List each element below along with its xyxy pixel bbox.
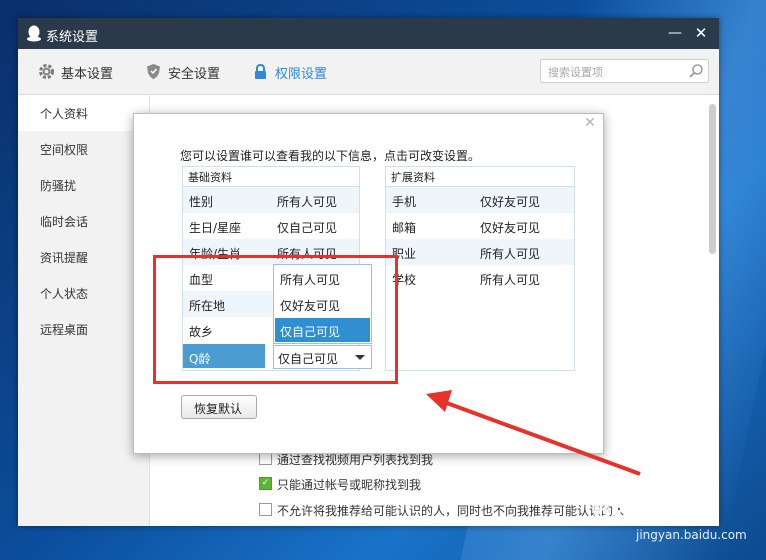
watermark-url: jingyan.baidu.com — [636, 528, 747, 542]
lock-icon — [255, 63, 266, 79]
close-button[interactable]: ✕ — [689, 22, 713, 44]
sidebar-item-label: 防骚扰 — [40, 179, 77, 193]
tab-label: 安全设置 — [168, 67, 221, 82]
row-key: 生日/星座 — [189, 221, 242, 235]
row-value: 所有人可见 — [277, 195, 338, 209]
option-label: 只能通过帐号或昵称找到我 — [277, 478, 422, 492]
visibility-row-occupation[interactable]: 职业 所有人可见 — [386, 239, 574, 265]
sidebar-item-label: 个人资料 — [40, 107, 89, 121]
search-placeholder: 搜索设置项 — [548, 66, 603, 79]
sidebar-item-remote-desktop[interactable]: 远程桌面 — [18, 311, 149, 347]
checkbox-checked[interactable]: ✓ — [259, 477, 272, 490]
sidebar-item-anti-harassment[interactable]: 防骚扰 — [18, 167, 149, 203]
row-value: 仅好友可见 — [480, 195, 541, 209]
button-label: 恢复默认 — [194, 402, 243, 416]
visibility-row-gender[interactable]: 性别 所有人可见 — [183, 187, 359, 213]
restore-default-button[interactable]: 恢复默认 — [181, 395, 257, 419]
visibility-row-email[interactable]: 邮箱 仅好友可见 — [386, 213, 574, 239]
panel-header: 扩展资料 — [386, 167, 574, 187]
row-key: 性别 — [189, 195, 214, 209]
panel-title: 扩展资料 — [391, 171, 435, 184]
sidebar-item-label: 个人状态 — [40, 287, 89, 301]
row-value: 仅自己可见 — [277, 221, 338, 235]
sidebar-item-label: 资讯提醒 — [40, 251, 89, 265]
option-label: 不允许将我推荐给可能认识的人，同时也不向我推荐可能认识的人 — [277, 504, 626, 518]
panel-header: 基础资料 — [183, 167, 359, 187]
row-value: 仅好友可见 — [480, 221, 541, 235]
sidebar-item-personal-status[interactable]: 个人状态 — [18, 275, 149, 311]
sidebar-item-temp-session[interactable]: 临时会话 — [18, 203, 149, 239]
sidebar-item-label: 临时会话 — [40, 215, 89, 229]
window-title: 系统设置 — [46, 30, 99, 45]
row-key: 手机 — [392, 195, 417, 209]
tab-label: 权限设置 — [275, 67, 328, 82]
dialog-hint: 您可以设置谁可以查看我的以下信息，点击可改变设置。 — [180, 149, 481, 163]
minimize-button[interactable]: — — [663, 22, 687, 44]
checkbox[interactable] — [259, 503, 272, 516]
shield-icon — [147, 64, 160, 79]
search-icon[interactable] — [688, 63, 704, 79]
sidebar-item-label: 空间权限 — [40, 143, 89, 157]
settings-toolbar: 基本设置 安全设置 权限设置 搜索设置项 — [18, 49, 719, 95]
sidebar-item-label: 远程桌面 — [40, 323, 89, 337]
visibility-row-phone[interactable]: 手机 仅好友可见 — [386, 187, 574, 213]
extended-info-panel: 扩展资料 手机 仅好友可见 邮箱 仅好友可见 职业 所有人可见 学校 所有人可见 — [385, 166, 575, 371]
settings-sidebar: 个人资料 空间权限 防骚扰 临时会话 资讯提醒 个人状态 远程桌面 — [18, 95, 150, 526]
visibility-row-school[interactable]: 学校 所有人可见 — [386, 265, 574, 291]
qq-penguin-icon — [27, 25, 41, 42]
sidebar-item-space-permission[interactable]: 空间权限 — [18, 131, 149, 167]
dialog-close-button[interactable]: ✕ — [583, 115, 597, 131]
gear-icon — [39, 64, 54, 79]
sidebar-item-personal-info[interactable]: 个人资料 — [18, 95, 149, 131]
search-input[interactable]: 搜索设置项 — [540, 59, 709, 83]
visibility-row-birthday[interactable]: 生日/星座 仅自己可见 — [183, 213, 359, 239]
row-key: 邮箱 — [392, 221, 417, 235]
row-value: 所有人可见 — [480, 247, 541, 261]
tab-label: 基本设置 — [61, 67, 114, 82]
sidebar-item-news-reminder[interactable]: 资讯提醒 — [18, 239, 149, 275]
scrollbar[interactable] — [709, 104, 716, 254]
panel-title: 基础资料 — [188, 171, 232, 184]
row-value: 所有人可见 — [480, 273, 541, 287]
title-bar: 系统设置 — ✕ — [18, 18, 719, 49]
annotation-highlight-box — [153, 255, 398, 384]
watermark-logo: Bai 经验 — [592, 496, 706, 526]
